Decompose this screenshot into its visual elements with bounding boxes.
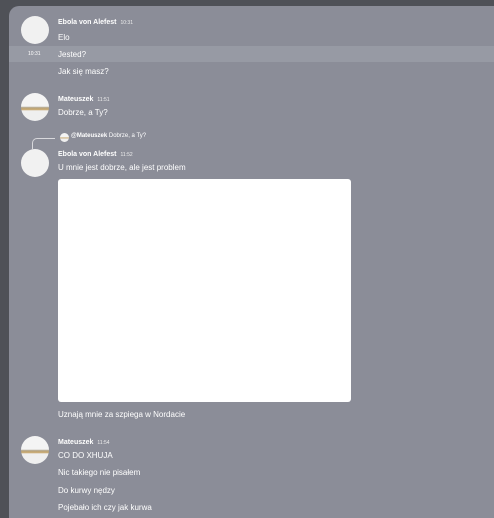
message-text: U mnie jest dobrze, ale jest problem	[58, 163, 186, 172]
message-text: Jak się masz?	[58, 67, 109, 76]
reply-avatar	[60, 133, 69, 142]
message-author[interactable]: Mateuszek 11:51	[58, 95, 110, 105]
message-timestamp: 10:31	[120, 20, 133, 26]
image-attachment[interactable]	[58, 179, 351, 402]
message-author[interactable]: Mateuszek 11:54	[58, 438, 110, 448]
message-text: Uznają mnie za szpiega w Nordacie	[58, 410, 186, 419]
author-name[interactable]: Mateuszek	[58, 439, 93, 446]
message-text: CO DO XHUJA	[58, 451, 113, 460]
message-text: Elo	[58, 33, 70, 42]
message-text: Nic takiego nie pisałem	[58, 468, 141, 477]
message-text: Pojebało ich czy jak kurwa	[58, 503, 152, 512]
reply-author[interactable]: @Mateuszek	[71, 133, 107, 139]
message-author[interactable]: Ebola von Alefest 10:31	[58, 18, 133, 28]
message-author[interactable]: Ebola von Alefest 11:52	[58, 150, 133, 160]
message-text: Jested?	[58, 50, 87, 59]
author-name[interactable]: Ebola von Alefest	[58, 151, 116, 158]
avatar[interactable]	[21, 436, 49, 464]
hover-timestamp: 10:31	[28, 51, 41, 57]
avatar[interactable]	[21, 93, 49, 121]
message-text: Dobrze, a Ty?	[58, 108, 108, 117]
reply-preview[interactable]: @Mateuszek Dobrze, a Ty?	[71, 133, 146, 139]
message-timestamp: 11:51	[97, 97, 110, 103]
reply-connector	[32, 138, 55, 149]
message-timestamp: 11:52	[120, 152, 133, 158]
author-name[interactable]: Ebola von Alefest	[58, 19, 116, 26]
reply-snippet: Dobrze, a Ty?	[108, 133, 147, 139]
avatar[interactable]	[21, 149, 49, 177]
author-name[interactable]: Mateuszek	[58, 96, 93, 103]
chat-panel: 10:31 Ebola von Alefest 10:31 Elo Jested?…	[9, 6, 494, 518]
message-timestamp: 11:54	[97, 440, 110, 446]
avatar[interactable]	[21, 16, 49, 44]
message-text: Do kurwy nędzy	[58, 486, 115, 495]
